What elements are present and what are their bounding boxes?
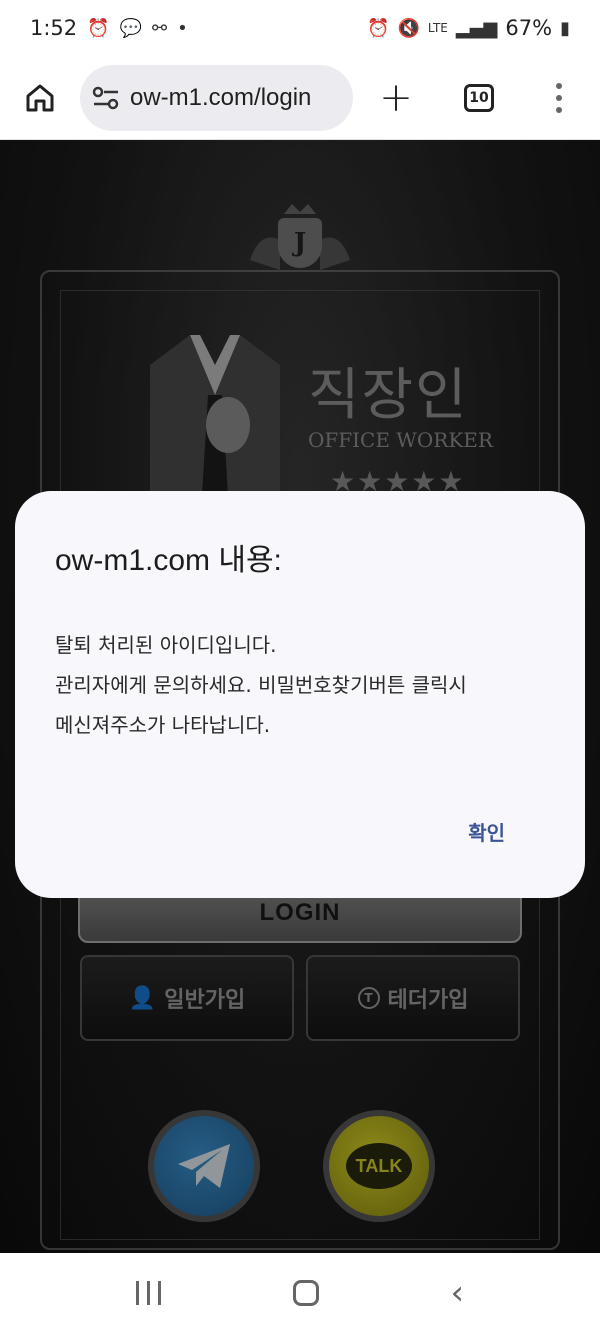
recents-button[interactable]: [135, 1281, 161, 1305]
more-vert-icon: [556, 82, 562, 113]
tab-switcher-button[interactable]: 10: [439, 56, 519, 140]
dialog-message-line: 탈퇴 처리된 아이디입니다.: [55, 633, 277, 657]
battery-icon: ▮: [560, 17, 570, 39]
alarm-icon: ⏰: [87, 17, 110, 39]
status-bar: 1:52 ⏰ 💬 ⚯ • ⏰ 🔇 LTE ▂▄▆ 67% ▮: [0, 0, 600, 56]
ok-button[interactable]: 확인: [468, 817, 505, 846]
system-nav-bar: ‹: [0, 1253, 600, 1333]
plus-icon: +: [379, 74, 413, 121]
link-icon: ⚯: [152, 17, 168, 39]
site-settings-icon[interactable]: [92, 85, 120, 111]
signal-icon: ▂▄▆: [455, 17, 498, 39]
network-label: LTE: [427, 21, 448, 35]
browser-menu-button[interactable]: [519, 56, 599, 140]
home-nav-button[interactable]: [292, 1280, 319, 1306]
browser-toolbar: ow-m1.com/login + 10: [0, 56, 600, 140]
address-bar[interactable]: ow-m1.com/login: [80, 64, 353, 131]
dialog-message-line: 메신져주소가 나타납니다.: [55, 713, 271, 737]
status-time: 1:52: [30, 16, 78, 40]
url-text: ow-m1.com/login: [130, 83, 312, 111]
dialog-message: 탈퇴 처리된 아이디입니다. 관리자에게 문의하세요. 비밀번호찾기버튼 클릭시…: [55, 625, 545, 745]
home-button[interactable]: [0, 56, 80, 140]
mute-icon: 🔇: [397, 17, 420, 39]
new-tab-button[interactable]: +: [353, 56, 439, 140]
alarm-icon: ⏰: [367, 17, 390, 39]
more-notifications-icon: •: [177, 17, 188, 39]
talk-notification-icon: 💬: [119, 17, 143, 39]
dialog-title: ow-m1.com 내용:: [55, 544, 282, 577]
back-button[interactable]: ‹: [450, 1273, 464, 1313]
alert-dialog: ow-m1.com 내용: 탈퇴 처리된 아이디입니다. 관리자에게 문의하세요…: [15, 491, 585, 898]
home-icon: [26, 84, 54, 111]
battery-percent: 67%: [505, 16, 553, 40]
dialog-message-line: 관리자에게 문의하세요. 비밀번호찾기버튼 클릭시: [55, 673, 467, 697]
tab-count: 10: [464, 83, 494, 112]
